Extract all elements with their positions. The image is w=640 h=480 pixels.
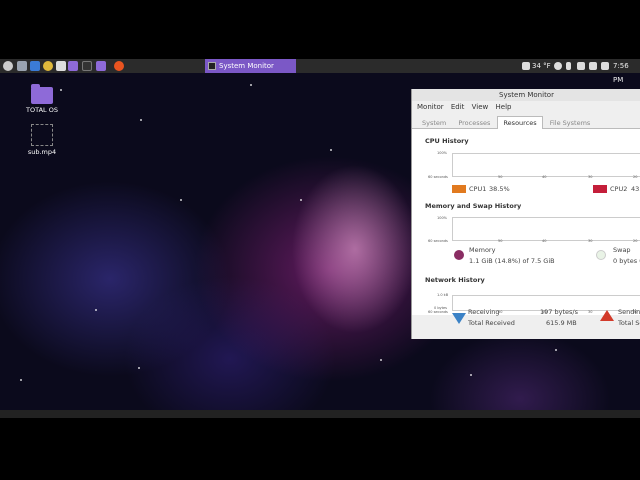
- microphone-icon[interactable]: [566, 62, 571, 70]
- taskbar-label: System Monitor: [219, 62, 274, 70]
- menu-monitor[interactable]: Monitor: [417, 103, 444, 111]
- terminal-icon[interactable]: [56, 61, 66, 71]
- resources-panel: CPU History 100% 60 seconds 50 40 30 20 …: [412, 129, 640, 315]
- total-received-value: 615.9 MB: [546, 319, 577, 327]
- battery-icon[interactable]: [589, 62, 597, 70]
- memory-xtick-20: 20: [633, 239, 638, 243]
- menu-icon[interactable]: [3, 61, 13, 71]
- bottom-panel: [0, 410, 640, 418]
- ubuntu-icon[interactable]: [114, 61, 124, 71]
- cpu-history-title: CPU History: [425, 137, 469, 145]
- network-xtick-60: 60 seconds: [428, 310, 448, 314]
- shield-icon[interactable]: [577, 62, 585, 70]
- memory-label: Memory: [469, 246, 496, 254]
- document-icon[interactable]: [30, 61, 40, 71]
- receiving-arrow-icon: [452, 313, 466, 324]
- network-stats: Receiving 197 bytes/s Total Received 615…: [412, 308, 640, 339]
- video-file-icon: [31, 124, 53, 146]
- top-panel: System Monitor 34 °F 7:56 PM: [0, 59, 640, 84]
- cpu-ymax: 100%: [437, 151, 448, 155]
- desktop-icon-label: TOTAL OS: [26, 106, 58, 114]
- receiving-label: Receiving: [468, 308, 500, 316]
- cpu-xtick-40: 40: [542, 175, 547, 179]
- network-xtick-30: 30: [588, 310, 593, 314]
- cpu-graph: [452, 153, 640, 177]
- folder2-icon[interactable]: [96, 61, 106, 71]
- receiving-value: 197 bytes/s: [540, 308, 578, 316]
- swap-pie-icon[interactable]: [596, 250, 606, 260]
- memory-xtick-30: 30: [588, 239, 593, 243]
- menu-view[interactable]: View: [472, 103, 489, 111]
- desktop-icon-folder[interactable]: TOTAL OS: [17, 84, 67, 114]
- total-sent-label: Total Se: [618, 319, 640, 327]
- total-received-label: Total Received: [468, 319, 515, 327]
- network-history-title: Network History: [425, 276, 485, 284]
- desktop-icon-label: sub.mp4: [27, 148, 57, 156]
- desktop-icon-video[interactable]: sub.mp4: [17, 124, 67, 156]
- chrome-icon[interactable]: [43, 61, 53, 71]
- cpu1-label: CPU1: [469, 185, 487, 193]
- tab-resources[interactable]: Resources: [497, 116, 543, 130]
- memory-xtick-50: 50: [498, 239, 503, 243]
- memory-value: 1.1 GiB (14.8%) of 7.5 GiB: [469, 257, 555, 265]
- files-icon[interactable]: [17, 61, 27, 71]
- cpu2-value: 43.: [631, 185, 640, 193]
- volume-icon[interactable]: [601, 62, 609, 70]
- tab-processes[interactable]: Processes: [453, 117, 495, 129]
- system-monitor-icon: [208, 62, 216, 70]
- window-title[interactable]: System Monitor: [412, 89, 640, 101]
- swap-value: 0 bytes (0: [613, 257, 640, 265]
- network-ymax: 1.0 kB: [437, 293, 449, 297]
- cpu-xtick-20: 20: [633, 175, 638, 179]
- terminal2-icon[interactable]: [82, 61, 92, 71]
- memory-xtick-40: 40: [542, 239, 547, 243]
- memory-pie-icon[interactable]: [454, 250, 464, 260]
- tab-system[interactable]: System: [417, 117, 451, 129]
- tab-file-systems[interactable]: File Systems: [545, 117, 596, 129]
- cpu-xtick-50: 50: [498, 175, 503, 179]
- sending-arrow-icon: [600, 310, 614, 321]
- menu-help[interactable]: Help: [496, 103, 512, 111]
- folder-icon: [31, 84, 53, 104]
- sending-label: Sendin: [618, 308, 640, 316]
- memory-graph: [452, 217, 640, 241]
- menu-bar: Monitor Edit View Help: [412, 101, 640, 113]
- clock[interactable]: 7:56 PM: [613, 59, 640, 84]
- taskbar-system-monitor[interactable]: System Monitor: [205, 59, 296, 73]
- folder-icon[interactable]: [68, 61, 78, 71]
- cpu1-value: 38.5%: [489, 185, 510, 193]
- cpu-xtick-60: 60 seconds: [428, 175, 448, 179]
- weather-text[interactable]: 34 °F: [532, 59, 551, 73]
- memory-ymax: 100%: [437, 216, 448, 220]
- memory-history-title: Memory and Swap History: [425, 202, 522, 210]
- system-monitor-window: System Monitor Monitor Edit View Help Sy…: [411, 89, 640, 339]
- cpu2-label: CPU2: [610, 185, 628, 193]
- cpu-xtick-30: 30: [588, 175, 593, 179]
- swap-label: Swap: [613, 246, 631, 254]
- menu-edit[interactable]: Edit: [451, 103, 465, 111]
- cpu2-color-swatch[interactable]: [593, 185, 607, 193]
- tab-bar: System Processes Resources File Systems: [412, 116, 640, 130]
- cpu1-color-swatch[interactable]: [452, 185, 466, 193]
- network-icon[interactable]: [554, 62, 562, 70]
- desktop: System Monitor 34 °F 7:56 PM TOTAL OS su…: [0, 59, 640, 410]
- memory-xtick-60: 60 seconds: [428, 239, 448, 243]
- weather-icon[interactable]: [522, 62, 530, 70]
